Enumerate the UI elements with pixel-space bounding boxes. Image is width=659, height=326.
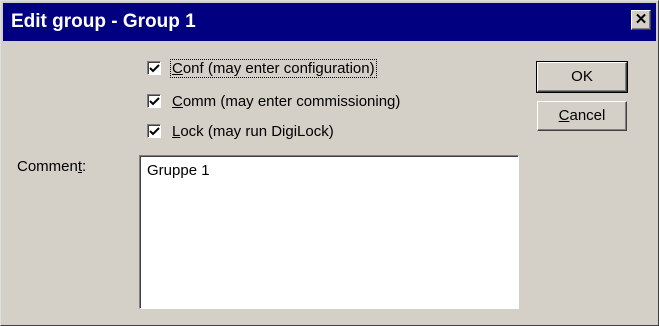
close-icon: ✕ bbox=[634, 11, 648, 28]
comm-checkbox-row[interactable]: Comm (may enter commissioning) bbox=[147, 91, 401, 111]
comment-label: Comment: bbox=[17, 158, 87, 175]
comm-checkbox[interactable] bbox=[147, 94, 161, 108]
cancel-button[interactable]: Cancel bbox=[537, 101, 627, 131]
ok-button[interactable]: OK bbox=[536, 61, 628, 93]
conf-checkbox-label[interactable]: Conf (may enter configuration) bbox=[170, 58, 377, 78]
lock-checkbox-row[interactable]: Lock (may run DigiLock) bbox=[147, 121, 335, 141]
checkmark-icon bbox=[149, 64, 160, 73]
conf-checkbox[interactable] bbox=[147, 61, 161, 75]
lock-checkbox[interactable] bbox=[147, 124, 161, 138]
checkmark-icon bbox=[149, 127, 160, 136]
window-title: Edit group - Group 1 bbox=[11, 11, 196, 32]
comm-checkbox-label[interactable]: Comm (may enter commissioning) bbox=[171, 93, 401, 110]
lock-checkbox-label[interactable]: Lock (may run DigiLock) bbox=[171, 123, 335, 140]
close-button[interactable]: ✕ bbox=[631, 10, 651, 30]
edit-group-dialog: Edit group - Group 1 ✕ Conf (may enter c… bbox=[0, 0, 659, 326]
checkmark-icon bbox=[149, 97, 160, 106]
conf-checkbox-row[interactable]: Conf (may enter configuration) bbox=[147, 58, 377, 78]
comment-value: Gruppe 1 bbox=[147, 162, 210, 179]
comment-textarea[interactable]: Gruppe 1 bbox=[139, 155, 519, 309]
title-bar[interactable]: Edit group - Group 1 ✕ bbox=[3, 3, 656, 41]
